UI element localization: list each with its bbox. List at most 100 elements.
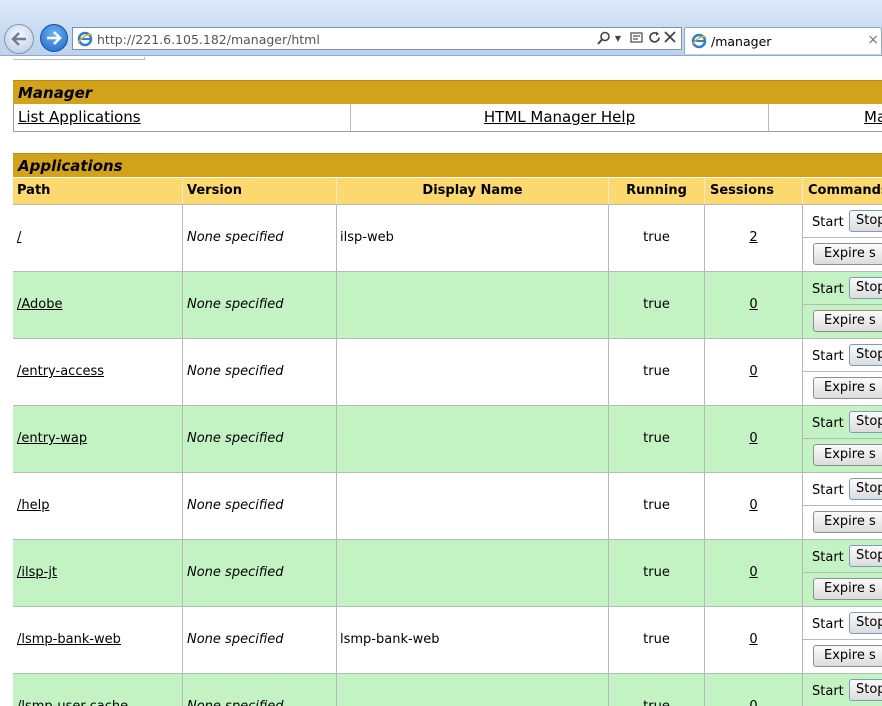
commands-top: Start Stop [803, 339, 882, 372]
manager-help-link[interactable]: Ma [864, 108, 882, 126]
table-row: /lsmp-bank-web None specified lsmp-bank-we… [13, 606, 882, 673]
sessions-link[interactable]: 0 [749, 699, 757, 706]
applications-table-header: Path Version Display Name Running Sessio… [13, 178, 882, 204]
forward-button[interactable] [40, 24, 68, 52]
sessions-link[interactable]: 2 [749, 230, 757, 245]
cell-running: true [609, 272, 705, 338]
table-row: /ilsp-jt None specified true 0 Start Stop Expi… [13, 539, 882, 606]
cell-commands: StartStop Expire s [803, 272, 882, 338]
stop-button[interactable]: Stop [849, 411, 882, 433]
browser-toolbar: http://221.6.105.182/manager/html ▼ /man… [0, 0, 882, 56]
start-label: Start [812, 416, 844, 431]
compat-icon[interactable] [629, 31, 643, 47]
app-path-link[interactable]: /lsmp-user-cache [17, 699, 128, 706]
forward-icon [47, 31, 62, 45]
cell-commands: StartStopExpire s [803, 473, 882, 539]
expire-sessions-button[interactable]: Expire s [813, 511, 882, 533]
app-path-link[interactable]: /lsmp-bank-web [17, 632, 121, 647]
cell-display-name: ilsp-web [337, 205, 609, 271]
table-row: /entry-wap None specified true 0 Start Stop Ex… [13, 405, 882, 472]
cell-version: None specified [183, 272, 337, 338]
cell-sessions: 0 [705, 406, 803, 472]
cell-path: /help [13, 473, 183, 539]
cell-version: None specified [183, 674, 337, 706]
stop-button[interactable]: Stop [849, 545, 882, 567]
refresh-icon[interactable] [647, 31, 661, 47]
cell-display-name [337, 540, 609, 606]
cell-display-name [337, 272, 609, 338]
commands-top: Start Stop [803, 272, 882, 305]
back-button[interactable] [4, 24, 34, 54]
header-table-remnant [13, 57, 145, 60]
ie-icon [77, 31, 93, 47]
cell-display-name [337, 406, 609, 472]
cell-path: /lsmp-user-cache [13, 674, 183, 706]
applications-section-title: Applications [13, 153, 882, 177]
cell-display-name [337, 339, 609, 405]
expire-sessions-button[interactable]: Expire s [813, 578, 882, 600]
start-label: Start [812, 550, 844, 565]
cell-path: / [13, 205, 183, 271]
table-row: /entry-access None specified true 0 Start Sto… [13, 338, 882, 405]
app-path-link[interactable]: /Adobe [17, 297, 63, 312]
stop-button[interactable]: Stop [849, 612, 882, 634]
cell-version: None specified [183, 540, 337, 606]
expire-sessions-button[interactable]: Expire s [813, 310, 882, 332]
cell-commands: StartStopExpire s [803, 674, 882, 706]
cell-sessions: 0 [705, 607, 803, 673]
cell-commands: StartStopExpire s [803, 607, 882, 673]
mgr-cell-list: List Applications [14, 104, 351, 131]
expire-sessions-button[interactable]: Expire s [813, 243, 882, 265]
col-path: Path [13, 178, 183, 204]
tab-manager[interactable]: /manager × [684, 27, 882, 54]
cell-running: true [609, 406, 705, 472]
app-path-link[interactable]: /ilsp-jt [17, 565, 57, 580]
table-row: / None specifiedilsp-webtrue 2 Start Stop Exp… [13, 204, 882, 271]
expire-sessions-button[interactable]: Expire s [813, 645, 882, 667]
sessions-link[interactable]: 0 [749, 364, 757, 379]
ie-icon [691, 33, 707, 49]
stop-button[interactable]: Stop [849, 478, 882, 500]
list-applications-link[interactable]: List Applications [18, 108, 141, 126]
html-manager-help-link[interactable]: HTML Manager Help [484, 108, 635, 126]
commands-top: Start Stop [803, 540, 882, 573]
cell-commands: Start Stop Expire s [803, 406, 882, 472]
app-path-link[interactable]: /entry-wap [17, 431, 87, 446]
sessions-link[interactable]: 0 [749, 565, 757, 580]
stop-button[interactable]: Stop [849, 210, 882, 232]
tab-title: /manager [711, 34, 772, 49]
cell-commands: StartStop Expire s [803, 205, 882, 271]
manager-links-row: List Applications HTML Manager Help Ma [13, 104, 882, 132]
stop-button[interactable]: Stop [849, 277, 882, 299]
cell-sessions: 2 [705, 205, 803, 271]
url-text[interactable]: http://221.6.105.182/manager/html [97, 32, 320, 47]
col-display-name: Display Name [337, 178, 609, 204]
app-path-link[interactable]: /help [17, 498, 49, 513]
cell-path: /entry-wap [13, 406, 183, 472]
commands-top: Start Stop [803, 674, 882, 706]
cell-path: /entry-access [13, 339, 183, 405]
stop-button[interactable]: Stop [849, 679, 882, 701]
cell-sessions: 0 [705, 272, 803, 338]
stop-icon[interactable] [663, 31, 677, 47]
col-version: Version [183, 178, 337, 204]
cell-commands: StartStop Expire s [803, 339, 882, 405]
cell-running: true [609, 205, 705, 271]
expire-sessions-button[interactable]: Expire s [813, 377, 882, 399]
cell-version: None specified [183, 607, 337, 673]
search-icon[interactable] [597, 31, 611, 47]
col-commands: Commands [808, 183, 882, 198]
col-sessions: Sessions [705, 178, 803, 204]
commands-top: Start Stop [803, 205, 882, 238]
address-bar[interactable]: http://221.6.105.182/manager/html ▼ [72, 27, 682, 50]
stop-button[interactable]: Stop [849, 344, 882, 366]
sessions-link[interactable]: 0 [749, 632, 757, 647]
dropdown-icon[interactable]: ▼ [613, 31, 623, 47]
app-path-link[interactable]: / [17, 230, 21, 245]
expire-sessions-button[interactable]: Expire s [813, 444, 882, 466]
sessions-link[interactable]: 0 [749, 297, 757, 312]
close-icon[interactable]: × [867, 32, 879, 48]
sessions-link[interactable]: 0 [749, 498, 757, 513]
app-path-link[interactable]: /entry-access [17, 364, 104, 379]
sessions-link[interactable]: 0 [749, 431, 757, 446]
